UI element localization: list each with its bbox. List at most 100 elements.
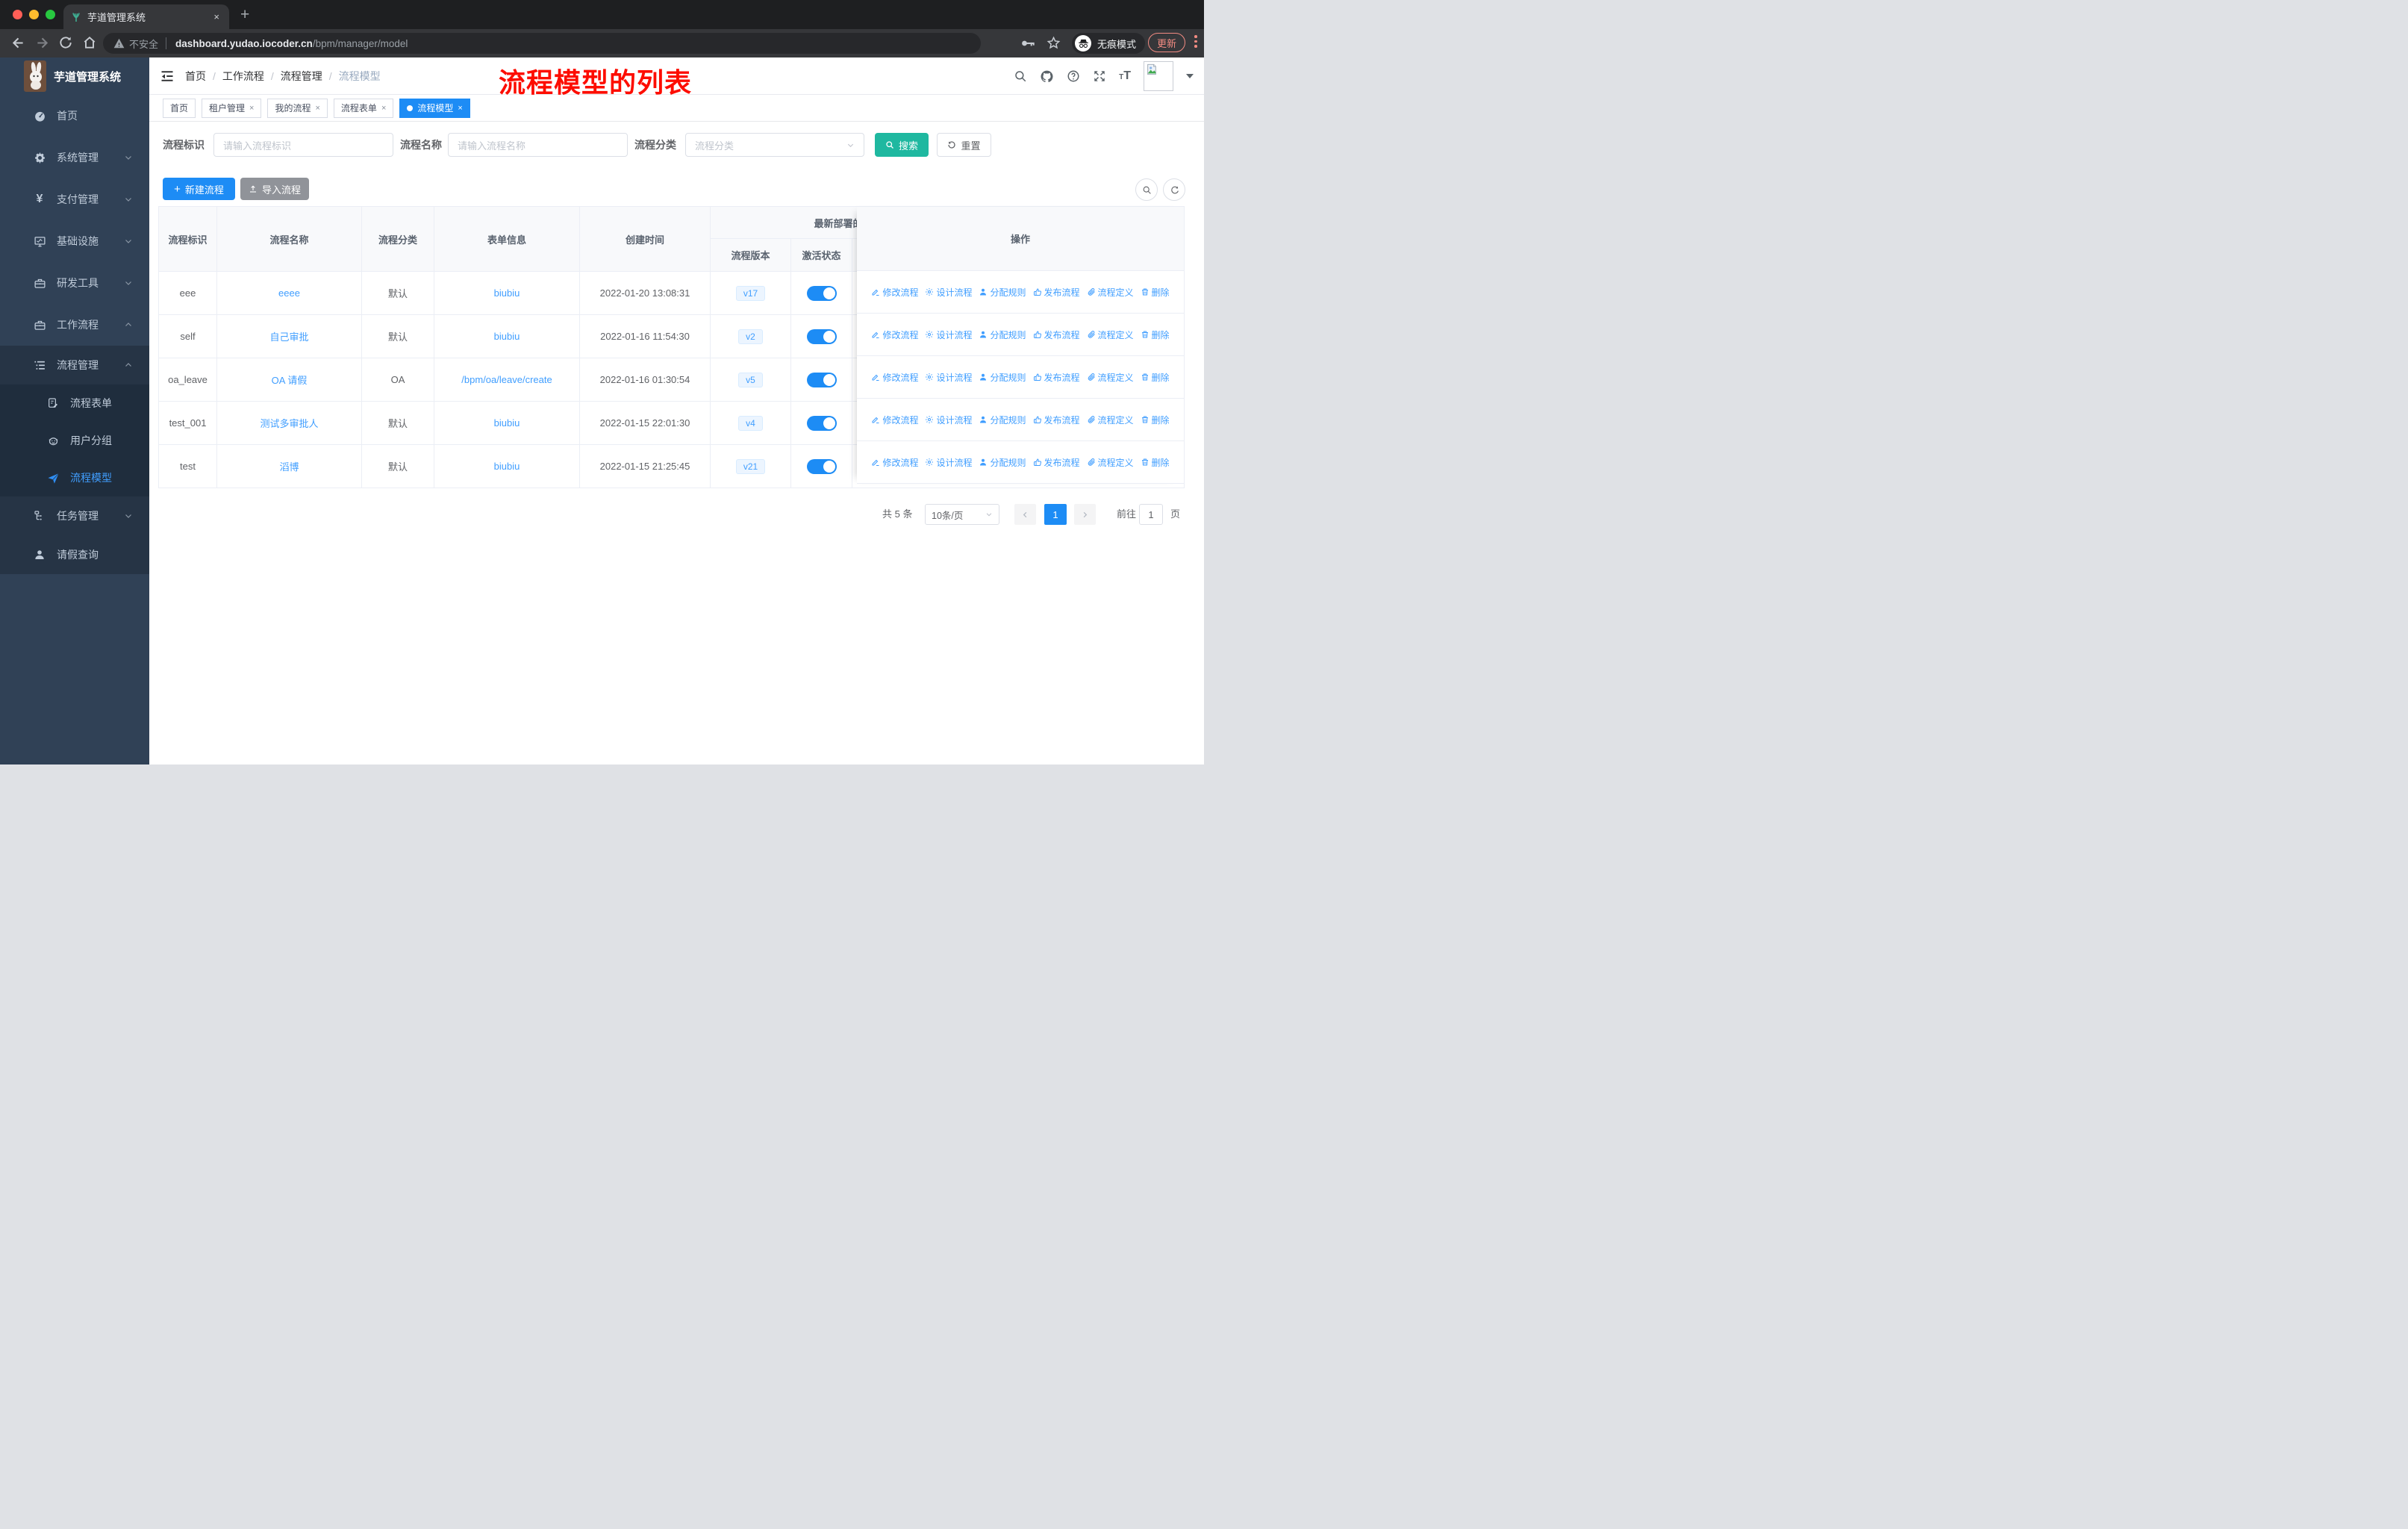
close-icon[interactable]: × — [381, 104, 386, 113]
design-process-link[interactable]: 设计流程 — [925, 328, 972, 341]
font-size-icon[interactable]: TT — [1119, 69, 1131, 83]
delete-link[interactable]: 删除 — [1141, 328, 1170, 341]
sidebar-item-task-mgmt[interactable]: 任务管理 — [0, 496, 149, 535]
cell-form-link[interactable]: biubiu — [434, 445, 580, 488]
design-process-link[interactable]: 设计流程 — [925, 371, 972, 384]
delete-link[interactable]: 删除 — [1141, 456, 1170, 469]
avatar-dropdown-caret-icon[interactable] — [1186, 74, 1194, 78]
sidebar-logo[interactable]: 芋道管理系统 — [0, 57, 149, 95]
assign-rule-link[interactable]: 分配规则 — [979, 328, 1026, 341]
url-bar[interactable]: 不安全 dashboard.yudao.iocoder.cn/bpm/manag… — [103, 33, 981, 54]
cell-form-link[interactable]: /bpm/oa/leave/create — [434, 358, 580, 401]
assign-rule-link[interactable]: 分配规则 — [979, 371, 1026, 384]
forward-icon[interactable] — [34, 35, 50, 51]
sidebar-item-process-model[interactable]: 流程模型 — [0, 459, 149, 496]
sidebar-item-devtools[interactable]: 研发工具 — [0, 262, 149, 304]
tag-tenant[interactable]: 租户管理 × — [202, 98, 262, 118]
design-process-link[interactable]: 设计流程 — [925, 456, 972, 469]
toggle-search-button[interactable] — [1135, 178, 1158, 201]
publish-process-link[interactable]: 发布流程 — [1033, 414, 1080, 426]
delete-link[interactable]: 删除 — [1141, 414, 1170, 426]
avatar[interactable] — [1144, 61, 1173, 91]
cell-name-link[interactable]: 滔博 — [217, 445, 362, 488]
tag-process-form[interactable]: 流程表单 × — [333, 98, 394, 118]
process-key-input[interactable]: 请输入流程标识 — [213, 133, 393, 157]
delete-link[interactable]: 删除 — [1141, 286, 1170, 299]
browser-tab[interactable]: 芋道管理系统 × — [63, 4, 229, 29]
sidebar-item-process-mgmt[interactable]: 流程管理 — [0, 346, 149, 384]
active-toggle[interactable] — [806, 372, 837, 387]
publish-process-link[interactable]: 发布流程 — [1033, 328, 1080, 341]
page-size-select[interactable]: 10条/页 — [925, 504, 999, 525]
edit-process-link[interactable]: 修改流程 — [871, 286, 918, 299]
cell-form-link[interactable]: biubiu — [434, 402, 580, 444]
process-name-input[interactable]: 请输入流程名称 — [448, 133, 628, 157]
breadcrumb-item[interactable]: 工作流程 — [222, 69, 264, 84]
edit-process-link[interactable]: 修改流程 — [871, 456, 918, 469]
search-button[interactable]: 搜索 — [875, 133, 929, 157]
process-definition-link[interactable]: 流程定义 — [1087, 456, 1134, 469]
sidebar-item-payment[interactable]: ¥ 支付管理 — [0, 178, 149, 220]
refresh-button[interactable] — [1163, 178, 1185, 201]
tag-my-process[interactable]: 我的流程 × — [267, 98, 328, 118]
active-toggle[interactable] — [806, 458, 837, 474]
publish-process-link[interactable]: 发布流程 — [1033, 371, 1080, 384]
help-icon[interactable] — [1067, 69, 1080, 83]
assign-rule-link[interactable]: 分配规则 — [979, 286, 1026, 299]
browser-update-button[interactable]: 更新 — [1148, 33, 1186, 52]
process-category-select[interactable]: 流程分类 — [685, 133, 864, 157]
edit-process-link[interactable]: 修改流程 — [871, 414, 918, 426]
new-tab-button[interactable]: + — [240, 6, 249, 24]
breadcrumb-item[interactable]: 流程管理 — [281, 69, 322, 84]
sidebar-item-user-group[interactable]: 用户分组 — [0, 422, 149, 459]
collapse-sidebar-icon[interactable] — [160, 69, 174, 83]
sidebar-item-system[interactable]: 系统管理 — [0, 137, 149, 178]
close-icon[interactable]: × — [458, 104, 462, 113]
design-process-link[interactable]: 设计流程 — [925, 414, 972, 426]
next-page-button[interactable] — [1074, 504, 1096, 525]
window-close-button[interactable] — [13, 10, 22, 19]
sidebar-item-workflow[interactable]: 工作流程 — [0, 304, 149, 346]
back-icon[interactable] — [10, 35, 26, 51]
publish-process-link[interactable]: 发布流程 — [1033, 286, 1080, 299]
search-icon[interactable] — [1014, 69, 1027, 83]
window-zoom-button[interactable] — [46, 10, 55, 19]
reload-icon[interactable] — [58, 35, 73, 50]
breadcrumb-item[interactable]: 首页 — [185, 69, 206, 84]
edit-process-link[interactable]: 修改流程 — [871, 371, 918, 384]
close-icon[interactable]: × — [315, 104, 319, 113]
cell-name-link[interactable]: eeee — [217, 272, 362, 314]
bookmark-star-icon[interactable] — [1047, 36, 1061, 50]
process-definition-link[interactable]: 流程定义 — [1087, 371, 1134, 384]
close-icon[interactable]: × — [249, 104, 254, 113]
fullscreen-icon[interactable] — [1093, 69, 1106, 83]
publish-process-link[interactable]: 发布流程 — [1033, 456, 1080, 469]
reset-button[interactable]: 重置 — [937, 133, 991, 157]
process-definition-link[interactable]: 流程定义 — [1087, 414, 1134, 426]
github-icon[interactable] — [1040, 69, 1054, 84]
design-process-link[interactable]: 设计流程 — [925, 286, 972, 299]
key-icon[interactable] — [1021, 37, 1035, 49]
prev-page-button[interactable] — [1014, 504, 1036, 525]
edit-process-link[interactable]: 修改流程 — [871, 328, 918, 341]
assign-rule-link[interactable]: 分配规则 — [979, 414, 1026, 426]
sidebar-item-home[interactable]: 首页 — [0, 95, 149, 137]
process-definition-link[interactable]: 流程定义 — [1087, 328, 1134, 341]
cell-form-link[interactable]: biubiu — [434, 315, 580, 358]
cell-form-link[interactable]: biubiu — [434, 272, 580, 314]
import-process-button[interactable]: 导入流程 — [240, 178, 309, 200]
window-minimize-button[interactable] — [29, 10, 39, 19]
active-toggle[interactable] — [806, 285, 837, 301]
sidebar-item-infrastructure[interactable]: 基础设施 — [0, 220, 149, 262]
cell-name-link[interactable]: 测试多审批人 — [217, 402, 362, 444]
sidebar-item-leave-query[interactable]: 请假查询 — [0, 535, 149, 574]
browser-menu-icon[interactable] — [1194, 35, 1197, 48]
sidebar-item-process-form[interactable]: 流程表单 — [0, 384, 149, 422]
tab-close-icon[interactable]: × — [211, 11, 222, 22]
goto-page-input[interactable]: 1 — [1139, 504, 1163, 525]
page-number-1[interactable]: 1 — [1044, 504, 1067, 525]
tag-process-model[interactable]: 流程模型 × — [399, 98, 470, 118]
delete-link[interactable]: 删除 — [1141, 371, 1170, 384]
cell-name-link[interactable]: 自己审批 — [217, 315, 362, 358]
process-definition-link[interactable]: 流程定义 — [1087, 286, 1134, 299]
